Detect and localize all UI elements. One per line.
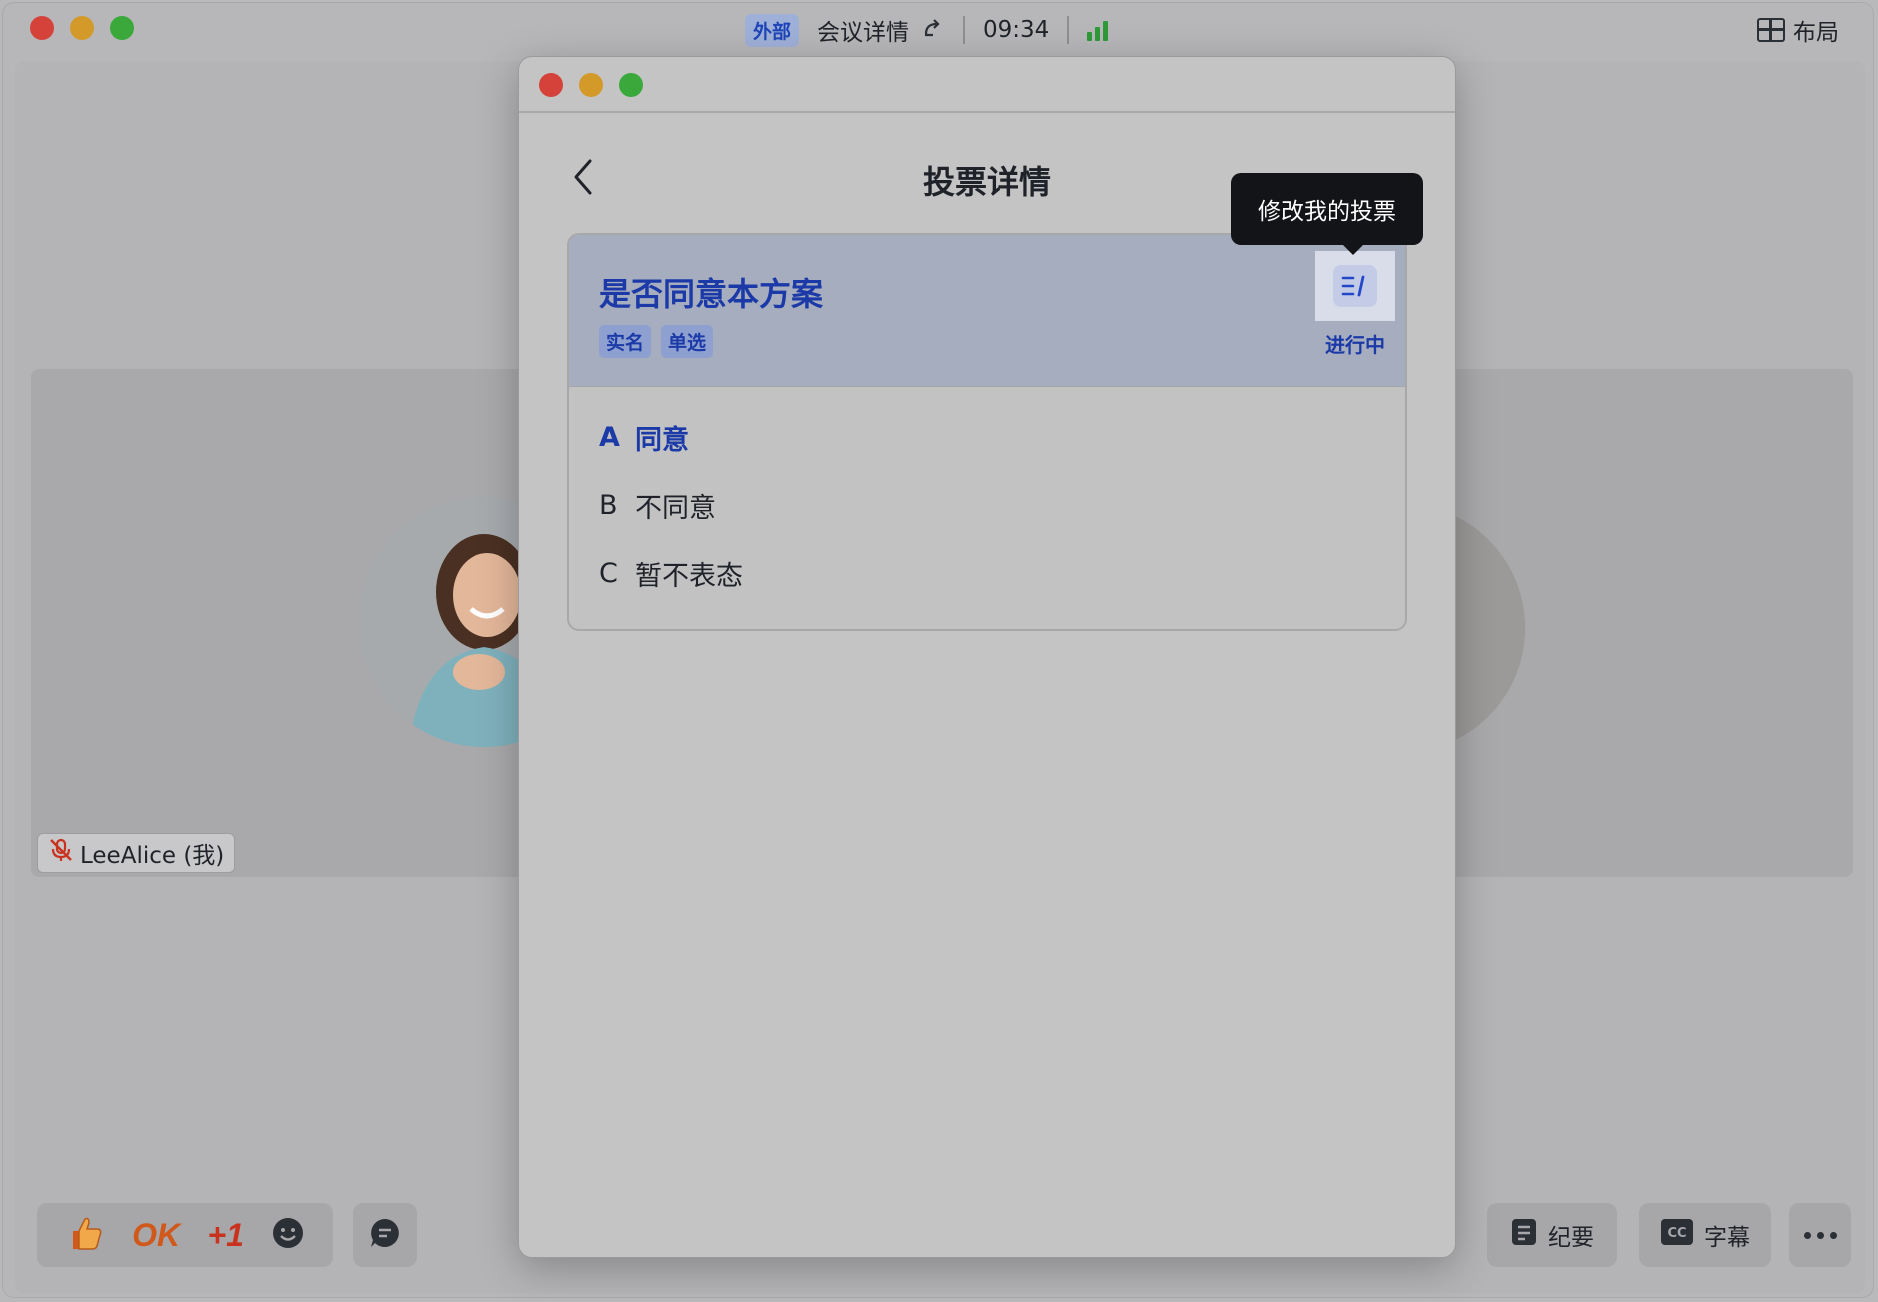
poll-option-c[interactable]: C 暂不表态	[599, 555, 743, 592]
layout-label: 布局	[1793, 20, 1839, 46]
poll-option-b[interactable]: B 不同意	[599, 487, 743, 524]
option-text: 暂不表态	[635, 560, 743, 592]
minutes-button[interactable]: 纪要	[1487, 1203, 1617, 1267]
poll-options: A 同意 B 不同意 C 暂不表态	[599, 419, 743, 623]
external-badge: 外部	[745, 13, 800, 47]
poll-tag-real-name: 实名	[599, 325, 652, 358]
share-icon[interactable]	[921, 15, 945, 45]
option-letter: B	[599, 489, 618, 521]
signal-strength-icon[interactable]	[1087, 19, 1109, 41]
zoom-dialog-button[interactable]	[619, 73, 643, 97]
poll-status: 进行中	[1325, 333, 1385, 357]
more-dots-icon	[1803, 1231, 1837, 1239]
close-window-button[interactable]	[30, 16, 54, 40]
ok-reaction-button[interactable]: OK	[132, 1217, 180, 1254]
poll-option-a[interactable]: A 同意	[599, 419, 743, 456]
chat-bubble-icon	[368, 1216, 402, 1254]
layout-button[interactable]: 布局	[1757, 13, 1839, 47]
plus-one-reaction-button[interactable]: +1	[207, 1217, 243, 1254]
close-dialog-button[interactable]	[539, 73, 563, 97]
meeting-info-bar: 外部 会议详情 09:34	[745, 13, 1109, 47]
more-button[interactable]	[1789, 1203, 1851, 1267]
edit-vote-icon	[1333, 265, 1377, 307]
participant-name: LeeAlice (我)	[80, 843, 225, 869]
subtitles-label: 字幕	[1704, 1225, 1750, 1251]
subtitles-button[interactable]: CC 字幕	[1639, 1203, 1771, 1267]
minimize-dialog-button[interactable]	[579, 73, 603, 97]
mic-muted-icon	[48, 837, 74, 869]
option-letter: C	[599, 557, 618, 589]
poll-header: 是否同意本方案 实名 单选 进行中	[569, 235, 1405, 387]
meeting-details-link[interactable]: 会议详情	[817, 13, 909, 47]
zoom-window-button[interactable]	[110, 16, 134, 40]
option-text: 同意	[635, 424, 689, 456]
minutes-label: 纪要	[1548, 1225, 1594, 1251]
poll-question: 是否同意本方案	[599, 275, 824, 313]
poll-tag-single-choice: 单选	[661, 325, 714, 358]
poll-details-dialog: 投票详情 是否同意本方案 实名 单选 进行中 A 同意 B 不同意 C 暂不表态…	[518, 56, 1456, 1258]
poll-card: 是否同意本方案 实名 单选 进行中 A 同意 B 不同意 C 暂不表态	[567, 233, 1407, 631]
option-text: 不同意	[635, 492, 716, 524]
reactions-group: OK +1	[37, 1203, 333, 1267]
divider	[1067, 16, 1070, 44]
minimize-window-button[interactable]	[70, 16, 94, 40]
closed-captions-icon: CC	[1660, 1218, 1694, 1252]
meeting-titlebar: 外部 会议详情 09:34 布局	[3, 3, 1873, 59]
thumbs-up-icon[interactable]	[65, 1213, 105, 1257]
dialog-titlebar	[519, 57, 1455, 113]
option-letter: A	[599, 421, 620, 453]
edit-vote-tooltip: 修改我的投票	[1231, 173, 1423, 255]
edit-vote-button[interactable]	[1315, 251, 1395, 321]
document-icon	[1510, 1217, 1538, 1253]
poll-tags: 实名 单选	[599, 325, 714, 358]
chat-button[interactable]	[353, 1203, 417, 1267]
participant-name-tag: LeeAlice (我)	[37, 833, 236, 873]
layout-grid-icon	[1757, 18, 1785, 42]
svg-text:CC: CC	[1667, 1226, 1686, 1241]
emoji-icon[interactable]	[271, 1216, 305, 1254]
divider	[963, 16, 966, 44]
meeting-timer: 09:34	[983, 17, 1050, 43]
